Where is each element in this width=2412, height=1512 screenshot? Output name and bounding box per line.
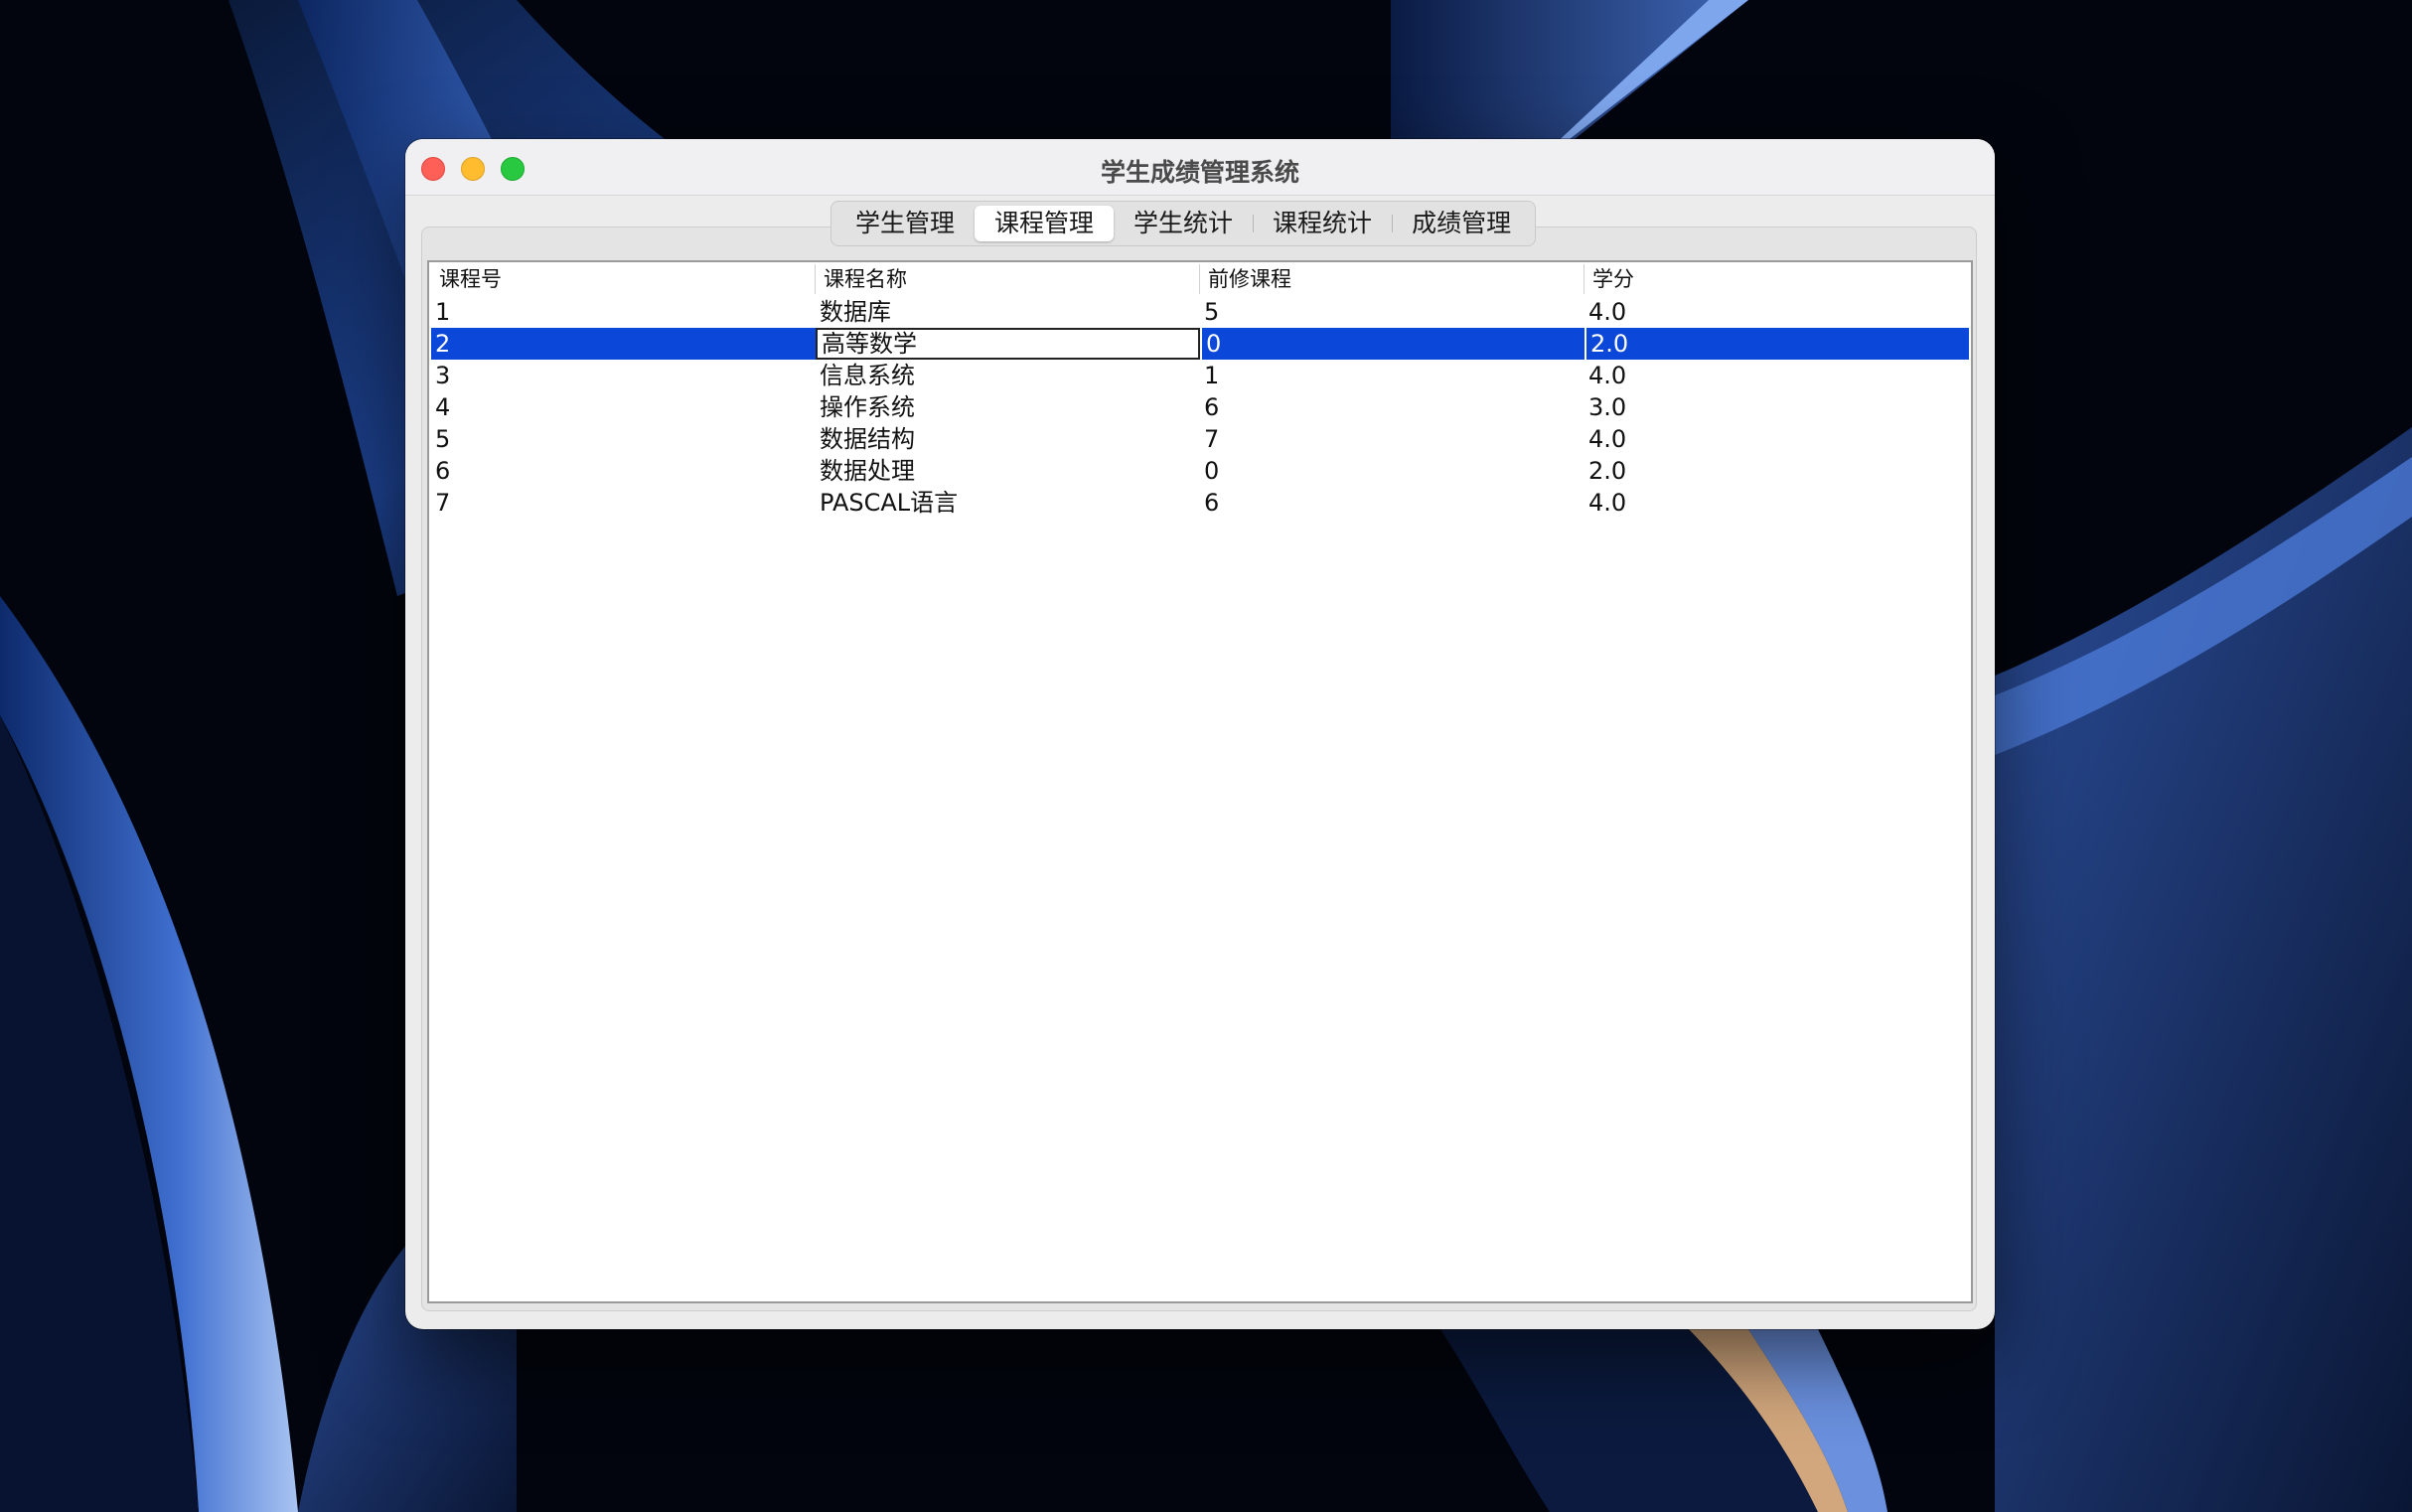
table-cell[interactable]: 5: [1200, 296, 1584, 328]
column-header-prerequisite[interactable]: 前修课程: [1200, 264, 1584, 294]
table-cell[interactable]: 1: [431, 296, 816, 328]
table-header: 课程号 课程名称 前修课程 学分: [431, 264, 1969, 294]
title-bar[interactable]: 学生成绩管理系统: [405, 139, 1995, 196]
table-cell[interactable]: 7: [1200, 423, 1584, 455]
table-cell[interactable]: 3: [431, 360, 816, 391]
table-row[interactable]: 4 操作系统 6 3.0: [431, 391, 1969, 423]
table-cell[interactable]: 0: [1200, 328, 1584, 360]
tab-student-management[interactable]: 学生管理: [835, 206, 975, 241]
window-title: 学生成绩管理系统: [1100, 158, 1299, 187]
table-cell[interactable]: 6: [1200, 487, 1584, 519]
table-cell[interactable]: 6: [1200, 391, 1584, 423]
table-row-selected[interactable]: 2 高等数学 0 2.0: [431, 328, 1969, 360]
column-header-credits[interactable]: 学分: [1584, 264, 1969, 294]
table-cell[interactable]: 4: [431, 391, 816, 423]
table-row[interactable]: 3 信息系统 1 4.0: [431, 360, 1969, 391]
table-cell[interactable]: 0: [1200, 455, 1584, 487]
table-cell[interactable]: 4.0: [1584, 296, 1969, 328]
table-row[interactable]: 7 PASCAL语言 6 4.0: [431, 487, 1969, 519]
column-header-course-id[interactable]: 课程号: [431, 264, 816, 294]
table-cell[interactable]: 5: [431, 423, 816, 455]
app-window: 学生成绩管理系统 学生管理 课程管理 学生统计 课程统计 成绩管理 课程号 课程…: [405, 139, 1995, 1329]
tab-grade-management[interactable]: 成绩管理: [1392, 206, 1531, 241]
tab-course-management[interactable]: 课程管理: [975, 206, 1115, 241]
table-row[interactable]: 5 数据结构 7 4.0: [431, 423, 1969, 455]
table-cell[interactable]: 数据结构: [816, 423, 1200, 455]
table-cell[interactable]: 6: [431, 455, 816, 487]
tab-bar: 学生管理 课程管理 学生统计 课程统计 成绩管理: [830, 201, 1537, 246]
table-cell[interactable]: 2: [431, 328, 816, 360]
table-cell[interactable]: 4.0: [1584, 423, 1969, 455]
cell-editor-input[interactable]: 高等数学: [816, 328, 1200, 360]
table-cell[interactable]: 3.0: [1584, 391, 1969, 423]
table-row[interactable]: 6 数据处理 0 2.0: [431, 455, 1969, 487]
table-cell[interactable]: PASCAL语言: [816, 487, 1200, 519]
table-cell[interactable]: 4.0: [1584, 487, 1969, 519]
table-cell[interactable]: 2.0: [1584, 328, 1969, 360]
table-cell[interactable]: 1: [1200, 360, 1584, 391]
tab-course-statistics[interactable]: 课程统计: [1253, 206, 1392, 241]
table-cell[interactable]: 数据处理: [816, 455, 1200, 487]
table-row[interactable]: 1 数据库 5 4.0: [431, 296, 1969, 328]
table-cell[interactable]: 4.0: [1584, 360, 1969, 391]
table-body: 1 数据库 5 4.0 2 高等数学 0 2.0 3 信息系统 1 4.0 4 …: [431, 296, 1969, 519]
table-cell[interactable]: 2.0: [1584, 455, 1969, 487]
course-table: 课程号 课程名称 前修课程 学分 1 数据库 5 4.0 2 高等数学 0 2.…: [427, 260, 1973, 1303]
column-header-course-name[interactable]: 课程名称: [816, 264, 1200, 294]
table-cell[interactable]: 信息系统: [816, 360, 1200, 391]
table-cell[interactable]: 7: [431, 487, 816, 519]
table-cell[interactable]: 操作系统: [816, 391, 1200, 423]
table-cell[interactable]: 数据库: [816, 296, 1200, 328]
tab-student-statistics[interactable]: 学生统计: [1114, 206, 1253, 241]
